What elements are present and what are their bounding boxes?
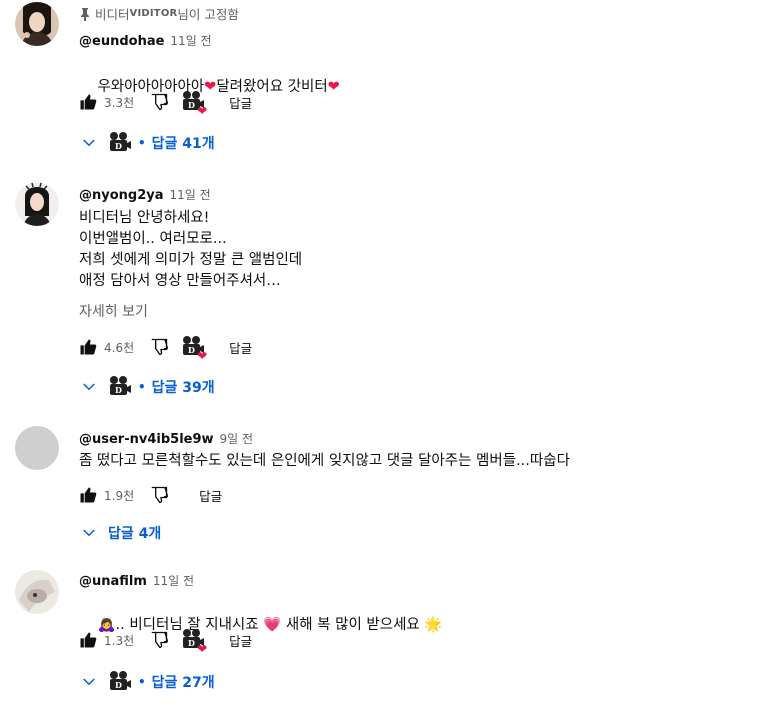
creator-badge-icon — [106, 375, 132, 399]
creator-badge-icon — [106, 131, 132, 155]
dislike-icon — [149, 92, 169, 112]
pinned-by-name: 비디터 — [95, 7, 130, 22]
like-count: 4.6천 — [104, 340, 135, 355]
star-emoji: 🌟 — [424, 617, 443, 633]
avatar[interactable] — [15, 570, 59, 614]
timestamp[interactable]: 9일 전 — [220, 430, 254, 447]
comment-header: @eundohae 11일 전 — [79, 32, 212, 49]
comment-header: @unafilm 11일 전 — [79, 572, 194, 589]
view-replies-button[interactable]: 답글 4개 — [78, 520, 161, 546]
pinned-label: 비디터 VIDITOR 님이 고정함 — [79, 4, 239, 23]
heart-emoji: 💗 — [263, 617, 282, 633]
reply-button[interactable]: 답글 — [229, 93, 252, 112]
comment-actions: 3.3천 ❤ 답글 — [76, 90, 252, 118]
like-count: 3.3천 — [104, 95, 135, 110]
creator-reply-badge — [106, 131, 132, 155]
chevron-down-icon — [78, 132, 100, 154]
pin-icon — [81, 7, 89, 21]
creator-heart-badge: ❤ — [179, 90, 207, 118]
creator-reply-badge — [106, 670, 132, 694]
like-icon — [78, 630, 98, 650]
avatar[interactable] — [15, 182, 59, 226]
like-icon — [78, 337, 98, 357]
chevron-down-icon — [78, 376, 100, 398]
comment-header: @nyong2ya 11일 전 — [79, 186, 211, 203]
comment-thread: @unafilm 11일 전 🙇‍♀️.. 비디터님 잘 지내시죠 💗 새해 복… — [0, 568, 768, 714]
comment-header: @user-nv4ib5le9w 9일 전 — [79, 430, 253, 447]
comment-actions: 1.3천 ❤ 답글 — [76, 628, 252, 656]
chevron-down-icon — [78, 671, 100, 693]
heart-icon: ❤ — [197, 642, 208, 656]
like-button[interactable] — [76, 483, 100, 507]
comment-thread: 비디터 VIDITOR 님이 고정함 @eundohae 11일 전 우와아아아아아… — [0, 0, 768, 170]
author-name[interactable]: @user-nv4ib5le9w — [79, 432, 214, 447]
separator-dot: • — [138, 675, 146, 689]
comment-text: 비디터님 안녕하세요! 이번앨범이.. 여러모로... 저희 셋에게 의미가 정… — [79, 210, 303, 289]
separator-dot: • — [138, 136, 146, 150]
replies-label: 답글 39개 — [151, 380, 215, 396]
chevron-down-icon — [78, 522, 100, 544]
author-name[interactable]: @unafilm — [79, 574, 147, 589]
replies-label: 답글 4개 — [108, 526, 162, 542]
like-icon — [78, 92, 98, 112]
replies-label: 답글 27개 — [151, 675, 215, 691]
author-name[interactable]: @eundohae — [79, 34, 164, 49]
heart-emoji: ❤ — [327, 79, 340, 95]
creator-heart-badge: ❤ — [179, 335, 207, 363]
read-more-link[interactable]: 자세히 보기 — [79, 301, 148, 321]
dislike-button[interactable] — [147, 483, 171, 507]
avatar[interactable] — [15, 426, 59, 470]
timestamp[interactable]: 11일 전 — [170, 186, 211, 203]
timestamp[interactable]: 11일 전 — [170, 32, 211, 49]
author-name[interactable]: @nyong2ya — [79, 188, 164, 203]
heart-icon: ❤ — [197, 104, 208, 118]
like-count: 1.9천 — [104, 488, 135, 503]
pinned-by-brand: VIDITOR — [129, 8, 178, 19]
comment-actions: 1.9천 답글 — [76, 483, 222, 507]
dislike-button[interactable] — [147, 90, 171, 114]
dislike-icon — [149, 485, 169, 505]
view-replies-button[interactable]: • 답글 39개 — [78, 374, 215, 400]
comment-text-part: 새해 복 많이 받으세요 — [285, 617, 420, 633]
reply-button[interactable]: 답글 — [229, 631, 252, 650]
dislike-icon — [149, 337, 169, 357]
like-count: 1.3천 — [104, 633, 135, 648]
replies-label: 답글 41개 — [151, 136, 215, 152]
like-button[interactable] — [76, 90, 100, 114]
dislike-icon — [149, 630, 169, 650]
separator-dot: • — [138, 380, 146, 394]
dislike-button[interactable] — [147, 628, 171, 652]
creator-reply-badge — [106, 375, 132, 399]
pinned-by-suffix: 님이 고정함 — [177, 7, 239, 22]
like-icon — [78, 485, 98, 505]
reply-button[interactable]: 답글 — [229, 338, 252, 357]
dislike-button[interactable] — [147, 335, 171, 359]
avatar[interactable] — [15, 2, 59, 46]
comment-thread: @user-nv4ib5le9w 9일 전 좀 떴다고 모른척할수도 있는데 은… — [0, 426, 768, 556]
comment-text: 좀 떴다고 모른척할수도 있는데 은인에게 잊지않고 댓글 달아주는 멤버들..… — [79, 453, 570, 469]
like-button[interactable] — [76, 335, 100, 359]
reply-button[interactable]: 답글 — [199, 486, 222, 505]
view-replies-button[interactable]: • 답글 27개 — [78, 669, 215, 695]
like-button[interactable] — [76, 628, 100, 652]
creator-heart-badge: ❤ — [179, 628, 207, 656]
view-replies-button[interactable]: • 답글 41개 — [78, 130, 215, 156]
comment-actions: 4.6천 ❤ 답글 — [76, 335, 252, 363]
timestamp[interactable]: 11일 전 — [153, 572, 194, 589]
comment-thread: @nyong2ya 11일 전 비디터님 안녕하세요! 이번앨범이.. 여러모로… — [0, 182, 768, 412]
heart-icon: ❤ — [197, 349, 208, 363]
creator-badge-icon — [106, 670, 132, 694]
